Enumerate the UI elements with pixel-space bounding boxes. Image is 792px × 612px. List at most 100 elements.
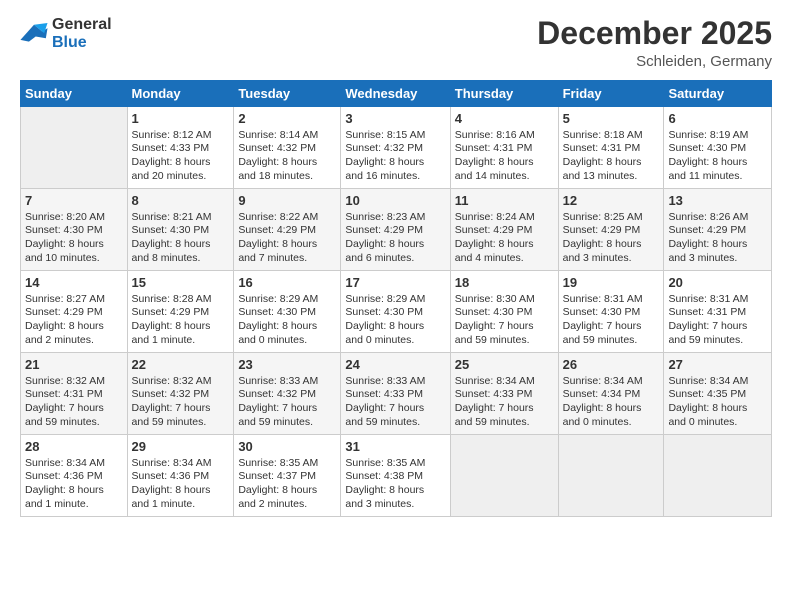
calendar-cell: 20Sunrise: 8:31 AM Sunset: 4:31 PM Dayli… xyxy=(664,271,772,353)
calendar-cell: 14Sunrise: 8:27 AM Sunset: 4:29 PM Dayli… xyxy=(21,271,128,353)
day-info: Sunrise: 8:35 AM Sunset: 4:37 PM Dayligh… xyxy=(238,457,336,512)
calendar-cell: 19Sunrise: 8:31 AM Sunset: 4:30 PM Dayli… xyxy=(558,271,664,353)
header-sunday: Sunday xyxy=(21,81,128,107)
calendar-cell: 8Sunrise: 8:21 AM Sunset: 4:30 PM Daylig… xyxy=(127,189,234,271)
calendar-cell xyxy=(450,435,558,517)
day-number: 27 xyxy=(668,356,767,374)
calendar-week-4: 21Sunrise: 8:32 AM Sunset: 4:31 PM Dayli… xyxy=(21,353,772,435)
day-info: Sunrise: 8:34 AM Sunset: 4:35 PM Dayligh… xyxy=(668,375,767,430)
calendar-cell: 31Sunrise: 8:35 AM Sunset: 4:38 PM Dayli… xyxy=(341,435,450,517)
calendar-header-row: Sunday Monday Tuesday Wednesday Thursday… xyxy=(21,81,772,107)
header-monday: Monday xyxy=(127,81,234,107)
calendar-cell: 28Sunrise: 8:34 AM Sunset: 4:36 PM Dayli… xyxy=(21,435,128,517)
day-info: Sunrise: 8:22 AM Sunset: 4:29 PM Dayligh… xyxy=(238,211,336,266)
day-number: 24 xyxy=(345,356,445,374)
day-info: Sunrise: 8:31 AM Sunset: 4:31 PM Dayligh… xyxy=(668,293,767,348)
day-info: Sunrise: 8:18 AM Sunset: 4:31 PM Dayligh… xyxy=(563,129,660,184)
calendar-cell: 29Sunrise: 8:34 AM Sunset: 4:36 PM Dayli… xyxy=(127,435,234,517)
day-info: Sunrise: 8:19 AM Sunset: 4:30 PM Dayligh… xyxy=(668,129,767,184)
day-number: 4 xyxy=(455,110,554,128)
day-number: 1 xyxy=(132,110,230,128)
calendar-week-2: 7Sunrise: 8:20 AM Sunset: 4:30 PM Daylig… xyxy=(21,189,772,271)
header-wednesday: Wednesday xyxy=(341,81,450,107)
day-info: Sunrise: 8:34 AM Sunset: 4:34 PM Dayligh… xyxy=(563,375,660,430)
day-info: Sunrise: 8:23 AM Sunset: 4:29 PM Dayligh… xyxy=(345,211,445,266)
calendar-cell: 18Sunrise: 8:30 AM Sunset: 4:30 PM Dayli… xyxy=(450,271,558,353)
day-number: 7 xyxy=(25,192,123,210)
day-number: 30 xyxy=(238,438,336,456)
month-title: December 2025 xyxy=(537,16,772,51)
header-thursday: Thursday xyxy=(450,81,558,107)
day-number: 19 xyxy=(563,274,660,292)
day-info: Sunrise: 8:34 AM Sunset: 4:36 PM Dayligh… xyxy=(132,457,230,512)
day-number: 29 xyxy=(132,438,230,456)
calendar-cell: 4Sunrise: 8:16 AM Sunset: 4:31 PM Daylig… xyxy=(450,107,558,189)
day-number: 16 xyxy=(238,274,336,292)
day-number: 15 xyxy=(132,274,230,292)
day-number: 22 xyxy=(132,356,230,374)
calendar-week-5: 28Sunrise: 8:34 AM Sunset: 4:36 PM Dayli… xyxy=(21,435,772,517)
day-number: 2 xyxy=(238,110,336,128)
logo: General Blue xyxy=(20,16,112,51)
day-number: 11 xyxy=(455,192,554,210)
calendar-cell: 12Sunrise: 8:25 AM Sunset: 4:29 PM Dayli… xyxy=(558,189,664,271)
calendar-page: General Blue December 2025 Schleiden, Ge… xyxy=(0,0,792,612)
day-info: Sunrise: 8:16 AM Sunset: 4:31 PM Dayligh… xyxy=(455,129,554,184)
day-number: 26 xyxy=(563,356,660,374)
day-info: Sunrise: 8:24 AM Sunset: 4:29 PM Dayligh… xyxy=(455,211,554,266)
day-number: 13 xyxy=(668,192,767,210)
header: General Blue December 2025 Schleiden, Ge… xyxy=(20,16,772,70)
day-info: Sunrise: 8:20 AM Sunset: 4:30 PM Dayligh… xyxy=(25,211,123,266)
day-info: Sunrise: 8:21 AM Sunset: 4:30 PM Dayligh… xyxy=(132,211,230,266)
calendar-cell: 17Sunrise: 8:29 AM Sunset: 4:30 PM Dayli… xyxy=(341,271,450,353)
day-number: 9 xyxy=(238,192,336,210)
calendar-cell: 13Sunrise: 8:26 AM Sunset: 4:29 PM Dayli… xyxy=(664,189,772,271)
day-info: Sunrise: 8:28 AM Sunset: 4:29 PM Dayligh… xyxy=(132,293,230,348)
header-saturday: Saturday xyxy=(664,81,772,107)
day-info: Sunrise: 8:29 AM Sunset: 4:30 PM Dayligh… xyxy=(238,293,336,348)
day-info: Sunrise: 8:15 AM Sunset: 4:32 PM Dayligh… xyxy=(345,129,445,184)
calendar-cell: 10Sunrise: 8:23 AM Sunset: 4:29 PM Dayli… xyxy=(341,189,450,271)
calendar-cell xyxy=(21,107,128,189)
calendar-cell: 26Sunrise: 8:34 AM Sunset: 4:34 PM Dayli… xyxy=(558,353,664,435)
day-info: Sunrise: 8:33 AM Sunset: 4:33 PM Dayligh… xyxy=(345,375,445,430)
calendar-table: Sunday Monday Tuesday Wednesday Thursday… xyxy=(20,80,772,517)
calendar-cell: 23Sunrise: 8:33 AM Sunset: 4:32 PM Dayli… xyxy=(234,353,341,435)
day-info: Sunrise: 8:32 AM Sunset: 4:31 PM Dayligh… xyxy=(25,375,123,430)
calendar-cell: 25Sunrise: 8:34 AM Sunset: 4:33 PM Dayli… xyxy=(450,353,558,435)
day-info: Sunrise: 8:34 AM Sunset: 4:36 PM Dayligh… xyxy=(25,457,123,512)
day-info: Sunrise: 8:27 AM Sunset: 4:29 PM Dayligh… xyxy=(25,293,123,348)
day-info: Sunrise: 8:35 AM Sunset: 4:38 PM Dayligh… xyxy=(345,457,445,512)
title-block: December 2025 Schleiden, Germany xyxy=(537,16,772,70)
day-info: Sunrise: 8:31 AM Sunset: 4:30 PM Dayligh… xyxy=(563,293,660,348)
calendar-cell: 6Sunrise: 8:19 AM Sunset: 4:30 PM Daylig… xyxy=(664,107,772,189)
header-tuesday: Tuesday xyxy=(234,81,341,107)
day-info: Sunrise: 8:29 AM Sunset: 4:30 PM Dayligh… xyxy=(345,293,445,348)
logo-icon xyxy=(20,23,48,45)
calendar-cell: 15Sunrise: 8:28 AM Sunset: 4:29 PM Dayli… xyxy=(127,271,234,353)
day-info: Sunrise: 8:33 AM Sunset: 4:32 PM Dayligh… xyxy=(238,375,336,430)
calendar-week-1: 1Sunrise: 8:12 AM Sunset: 4:33 PM Daylig… xyxy=(21,107,772,189)
day-info: Sunrise: 8:34 AM Sunset: 4:33 PM Dayligh… xyxy=(455,375,554,430)
day-number: 3 xyxy=(345,110,445,128)
calendar-cell: 24Sunrise: 8:33 AM Sunset: 4:33 PM Dayli… xyxy=(341,353,450,435)
day-number: 17 xyxy=(345,274,445,292)
calendar-cell: 9Sunrise: 8:22 AM Sunset: 4:29 PM Daylig… xyxy=(234,189,341,271)
logo-text: General Blue xyxy=(52,16,112,51)
day-info: Sunrise: 8:26 AM Sunset: 4:29 PM Dayligh… xyxy=(668,211,767,266)
calendar-week-3: 14Sunrise: 8:27 AM Sunset: 4:29 PM Dayli… xyxy=(21,271,772,353)
calendar-cell: 2Sunrise: 8:14 AM Sunset: 4:32 PM Daylig… xyxy=(234,107,341,189)
calendar-cell: 16Sunrise: 8:29 AM Sunset: 4:30 PM Dayli… xyxy=(234,271,341,353)
calendar-cell: 21Sunrise: 8:32 AM Sunset: 4:31 PM Dayli… xyxy=(21,353,128,435)
day-info: Sunrise: 8:12 AM Sunset: 4:33 PM Dayligh… xyxy=(132,129,230,184)
day-number: 10 xyxy=(345,192,445,210)
day-info: Sunrise: 8:14 AM Sunset: 4:32 PM Dayligh… xyxy=(238,129,336,184)
calendar-cell: 7Sunrise: 8:20 AM Sunset: 4:30 PM Daylig… xyxy=(21,189,128,271)
location-subtitle: Schleiden, Germany xyxy=(537,53,772,70)
day-info: Sunrise: 8:25 AM Sunset: 4:29 PM Dayligh… xyxy=(563,211,660,266)
calendar-cell: 5Sunrise: 8:18 AM Sunset: 4:31 PM Daylig… xyxy=(558,107,664,189)
day-number: 23 xyxy=(238,356,336,374)
day-number: 28 xyxy=(25,438,123,456)
day-info: Sunrise: 8:32 AM Sunset: 4:32 PM Dayligh… xyxy=(132,375,230,430)
calendar-cell: 30Sunrise: 8:35 AM Sunset: 4:37 PM Dayli… xyxy=(234,435,341,517)
